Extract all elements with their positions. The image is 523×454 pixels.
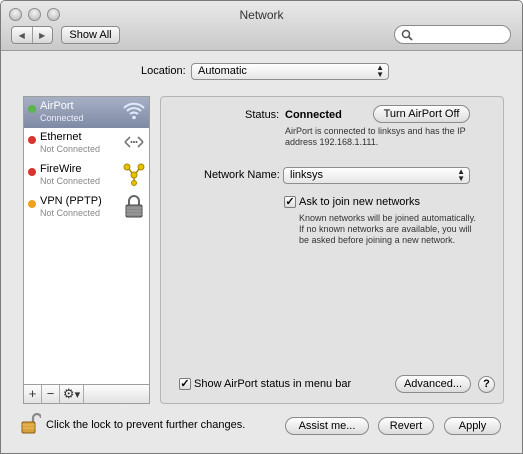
network-name-value: linksys xyxy=(290,169,324,181)
wifi-icon xyxy=(123,102,145,120)
revert-button[interactable]: Revert xyxy=(378,417,434,435)
service-status: Not Connected xyxy=(40,144,101,154)
status-dot xyxy=(28,105,36,113)
action-menu-button[interactable]: ⚙▾ xyxy=(60,385,84,403)
status-dot xyxy=(28,136,36,144)
network-name-label: Network Name: xyxy=(204,169,280,181)
ask-to-join-checkbox[interactable]: ✓ xyxy=(284,196,296,208)
location-value: Automatic xyxy=(198,65,247,77)
service-name: AirPort xyxy=(40,100,74,112)
service-name: Ethernet xyxy=(40,131,82,143)
service-item-ethernet[interactable]: Ethernet Not Connected xyxy=(24,128,149,159)
service-item-firewire[interactable]: FireWire Not Connected xyxy=(24,160,149,191)
status-label: Status: xyxy=(245,109,280,121)
window-title: Network xyxy=(239,8,284,22)
service-item-vpn[interactable]: VPN (PPTP) Not Connected xyxy=(24,192,149,223)
service-status: Connected xyxy=(40,113,84,123)
search-field[interactable] xyxy=(394,25,511,44)
assist-me-button[interactable]: Assist me... xyxy=(285,417,369,435)
status-description-line-1: AirPort is connected to linksys and has … xyxy=(285,126,466,136)
service-list-toolbar: + − ⚙▾ xyxy=(23,384,150,404)
advanced-button[interactable]: Advanced... xyxy=(395,375,471,393)
ask-description-line-1: Known networks will be joined automatica… xyxy=(299,213,476,223)
ask-description-line-2: If no known networks are available, you … xyxy=(299,224,472,234)
popup-arrows-icon: ▲ ▼ xyxy=(457,167,465,183)
location-label: Location: xyxy=(141,65,186,77)
apply-button[interactable]: Apply xyxy=(444,417,501,435)
show-status-checkbox[interactable]: ✓ xyxy=(179,378,191,390)
network-preferences-window: Network ◀ ▶ Show All Location: Automatic… xyxy=(0,0,523,454)
service-name: FireWire xyxy=(40,163,82,175)
help-button[interactable]: ? xyxy=(478,376,495,393)
status-value: Connected xyxy=(285,109,342,121)
firewire-icon xyxy=(123,163,145,186)
ask-to-join-label: Ask to join new networks xyxy=(299,196,421,208)
title-bar: Network ◀ ▶ Show All xyxy=(1,1,522,51)
remove-service-button[interactable]: − xyxy=(42,385,60,403)
forward-button[interactable]: ▶ xyxy=(31,27,53,43)
status-dot xyxy=(28,168,36,176)
location-popup[interactable]: Automatic ▲ ▼ xyxy=(191,63,389,80)
add-service-button[interactable]: + xyxy=(24,385,42,403)
back-button[interactable]: ◀ xyxy=(12,27,32,43)
show-all-button[interactable]: Show All xyxy=(61,26,120,44)
service-item-airport[interactable]: AirPort Connected xyxy=(24,97,149,128)
gear-icon: ⚙ xyxy=(62,386,75,401)
service-name: VPN (PPTP) xyxy=(40,195,102,207)
network-name-popup[interactable]: linksys ▲ ▼ xyxy=(283,167,470,184)
lock-message: Click the lock to prevent further change… xyxy=(46,419,246,431)
service-list: AirPort Connected Ethernet Not Connected… xyxy=(23,96,150,404)
search-icon xyxy=(401,29,413,41)
ethernet-icon xyxy=(124,136,144,148)
status-dot xyxy=(28,200,36,208)
back-forward-control: ◀ ▶ xyxy=(11,26,53,44)
popup-arrows-icon: ▲ ▼ xyxy=(376,63,384,79)
ask-description-line-3: be asked before joining a new network. xyxy=(299,235,456,245)
show-status-label: Show AirPort status in menu bar xyxy=(194,378,352,390)
status-description-line-2: address 192.168.1.111. xyxy=(285,137,379,147)
service-status: Not Connected xyxy=(40,208,101,218)
turn-airport-off-button[interactable]: Turn AirPort Off xyxy=(373,105,470,123)
service-status: Not Connected xyxy=(40,176,101,186)
lock-icon[interactable] xyxy=(21,412,41,434)
vpn-lock-icon xyxy=(125,195,143,218)
